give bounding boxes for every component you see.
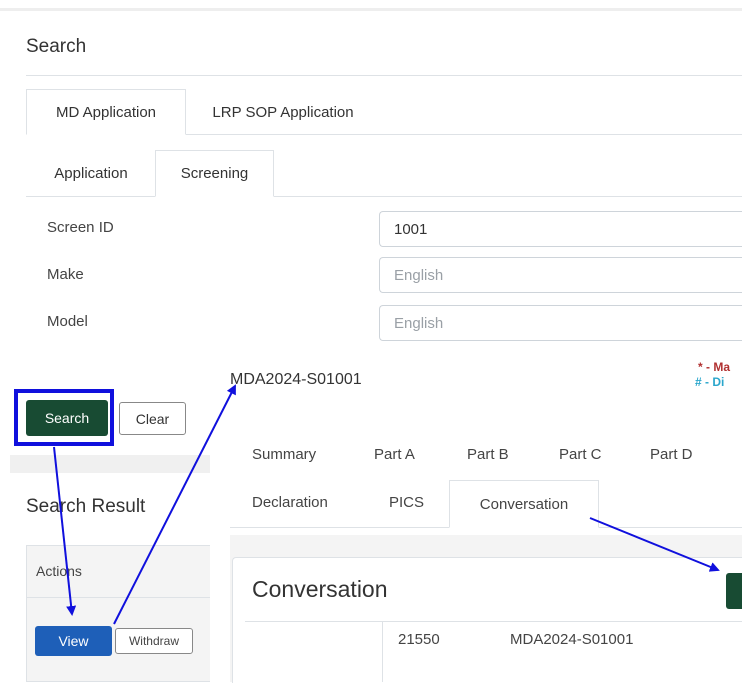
withdraw-button[interactable]: Withdraw <box>115 628 193 654</box>
make-label: Make <box>47 266 84 283</box>
section-separator <box>10 455 210 473</box>
actions-header: Actions <box>36 563 82 579</box>
make-placeholder: English <box>394 266 444 284</box>
withdraw-button-label: Withdraw <box>128 634 179 648</box>
view-button[interactable]: View <box>35 626 112 656</box>
clear-button[interactable]: Clear <box>119 402 186 435</box>
mandatory-legend: * - Ma <box>698 360 731 374</box>
tab-conversation-label: Conversation <box>479 495 569 513</box>
tab-part-a-label: Part A <box>374 446 415 463</box>
tab-md-application-label: MD Application <box>55 103 157 121</box>
record-id-title: MDA2024-S01001 <box>230 371 362 388</box>
table-header-divider <box>26 597 210 598</box>
tab-part-a[interactable]: Part A <box>374 446 415 463</box>
subtab-screening[interactable]: Screening <box>155 150 274 197</box>
tab-lrp-sop-application-label: LRP SOP Application <box>212 103 354 121</box>
tab-pics[interactable]: PICS <box>389 494 424 511</box>
display-legend: # - Di <box>695 375 725 389</box>
conversation-col-divider <box>382 622 383 682</box>
subtab-application-label: Application <box>54 164 128 182</box>
conversation-header-divider <box>245 621 742 622</box>
make-input[interactable]: English <box>379 257 742 293</box>
search-button-highlight <box>14 389 114 446</box>
tab-md-application[interactable]: MD Application <box>26 89 186 135</box>
tab-part-b[interactable]: Part B <box>467 446 509 463</box>
tab-declaration-label: Declaration <box>252 494 328 511</box>
tab-summary-label: Summary <box>252 446 317 463</box>
model-label: Model <box>47 313 88 330</box>
tab-part-c[interactable]: Part C <box>559 446 602 463</box>
title-divider <box>26 75 742 76</box>
tab-part-d[interactable]: Part D <box>650 446 693 463</box>
subtabs-underline <box>26 196 742 197</box>
subtab-screening-label: Screening <box>180 165 249 182</box>
subtab-application[interactable]: Application <box>26 150 156 196</box>
search-title: Search <box>26 36 87 57</box>
search-result-title: Search Result <box>26 496 146 517</box>
model-placeholder: English <box>394 314 444 332</box>
view-button-label: View <box>58 633 89 649</box>
screen-id-label: Screen ID <box>47 219 114 236</box>
add-message-button[interactable] <box>726 573 742 609</box>
tab-declaration[interactable]: Declaration <box>252 494 328 511</box>
tab-part-c-label: Part C <box>559 446 602 463</box>
screen-id-value: 1001 <box>394 220 428 238</box>
tab-summary[interactable]: Summary <box>252 446 316 463</box>
tab-part-d-label: Part D <box>650 446 693 463</box>
tab-lrp-sop-application[interactable]: LRP SOP Application <box>190 89 376 135</box>
conversation-title: Conversation <box>252 576 388 602</box>
tab-conversation[interactable]: Conversation <box>449 480 599 528</box>
top-divider <box>0 0 742 11</box>
tab-pics-label: PICS <box>389 494 425 511</box>
screen-id-input[interactable]: 1001 <box>379 211 742 247</box>
conversation-row-number: 21550 <box>398 631 440 648</box>
clear-button-label: Clear <box>135 410 170 427</box>
conversation-row-reference: MDA2024-S01001 <box>510 631 634 648</box>
tab-part-b-label: Part B <box>467 446 509 463</box>
model-input[interactable]: English <box>379 305 742 341</box>
